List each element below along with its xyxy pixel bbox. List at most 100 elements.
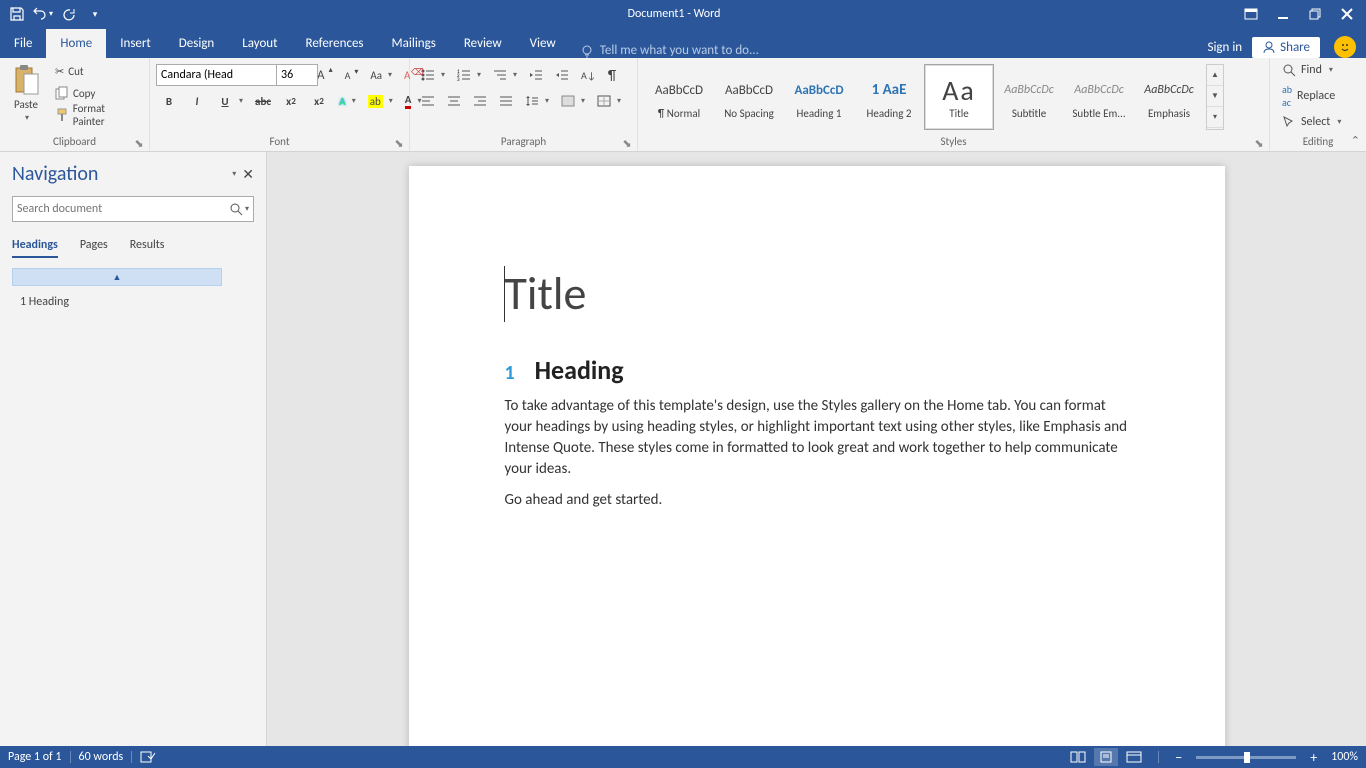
heading-text[interactable]: Heading (535, 354, 624, 386)
paste-button[interactable]: Paste▾ (6, 60, 46, 127)
highlight-button[interactable]: ab▾ (363, 90, 398, 112)
navigation-jump-top[interactable]: ▲ (12, 268, 222, 286)
decrease-indent-button[interactable] (524, 64, 548, 86)
style-item-subtitle[interactable]: AaBbCcDcSubtitle (994, 64, 1064, 130)
styles-scroll-down[interactable]: ▼ (1207, 86, 1223, 107)
zoom-slider[interactable] (1196, 756, 1296, 759)
nav-tab-headings[interactable]: Headings (12, 238, 58, 258)
copy-button[interactable]: Copy (50, 82, 143, 104)
tab-review[interactable]: Review (450, 29, 516, 58)
nav-tab-pages[interactable]: Pages (80, 238, 108, 258)
collapse-ribbon-button[interactable]: ⌃ (1351, 134, 1360, 147)
navigation-menu-button[interactable]: ▾ (232, 169, 236, 179)
style-item-title[interactable]: AaTitle (924, 64, 994, 130)
chevron-up-icon: ▲ (113, 272, 122, 283)
shrink-font-button[interactable]: A▾ (340, 64, 364, 86)
navigation-heading-item[interactable]: 1 Heading (12, 290, 254, 314)
style-item-emphasis[interactable]: AaBbCcDcEmphasis (1134, 64, 1204, 130)
sort-button[interactable]: A↓ (576, 64, 601, 86)
undo-button[interactable]: ▾ (32, 3, 54, 25)
numbering-button[interactable]: 123▾ (452, 64, 486, 86)
style-item-heading-1[interactable]: AaBbCcDHeading 1 (784, 64, 854, 130)
feedback-smiley-icon[interactable] (1334, 36, 1356, 58)
save-button[interactable] (6, 3, 28, 25)
restore-button[interactable] (1300, 3, 1330, 25)
styles-launcher[interactable]: ⬊ (1253, 137, 1265, 149)
spellcheck-icon[interactable] (140, 750, 156, 764)
align-center-button[interactable] (442, 90, 466, 112)
font-name-input[interactable] (156, 64, 280, 86)
replace-button[interactable]: abacReplace (1276, 80, 1347, 112)
styles-scroll-up[interactable]: ▲ (1207, 65, 1223, 86)
tab-layout[interactable]: Layout (228, 29, 291, 58)
justify-button[interactable] (494, 90, 518, 112)
paragraph-launcher[interactable]: ⬊ (621, 137, 633, 149)
borders-button[interactable]: ▾ (592, 90, 626, 112)
tab-insert[interactable]: Insert (106, 29, 165, 58)
style-item-no-spacing[interactable]: AaBbCcDNo Spacing (714, 64, 784, 130)
redo-button[interactable] (58, 3, 80, 25)
view-web-layout-button[interactable] (1122, 748, 1146, 766)
zoom-out-button[interactable]: − (1171, 749, 1186, 766)
tab-file[interactable]: File (0, 29, 46, 58)
superscript-button[interactable]: x2 (306, 90, 332, 112)
multilevel-list-button[interactable]: ▾ (488, 64, 522, 86)
change-case-button[interactable]: Aa▾ (365, 64, 397, 86)
tab-mailings[interactable]: Mailings (378, 29, 450, 58)
view-read-mode-button[interactable] (1066, 748, 1090, 766)
qat-customize-button[interactable]: ▾ (84, 3, 106, 25)
subscript-button[interactable]: x2 (278, 90, 304, 112)
format-painter-button[interactable]: Format Painter (50, 104, 143, 126)
minimize-button[interactable] (1268, 3, 1298, 25)
zoom-in-button[interactable]: + (1306, 749, 1321, 766)
align-left-button[interactable] (416, 90, 440, 112)
zoom-level[interactable]: 100% (1331, 750, 1358, 764)
tab-design[interactable]: Design (165, 29, 228, 58)
italic-button[interactable]: I (184, 90, 210, 112)
font-size-input[interactable] (276, 64, 318, 86)
view-print-layout-button[interactable] (1094, 748, 1118, 766)
status-page[interactable]: Page 1 of 1 (8, 750, 62, 764)
navigation-search[interactable]: ▾ (12, 196, 254, 222)
body-paragraph-1[interactable]: To take advantage of this template's des… (505, 396, 1129, 480)
text-effects-button[interactable]: A▾ (334, 90, 361, 112)
line-spacing-button[interactable]: ▾ (520, 90, 554, 112)
tell-me-search[interactable]: Tell me what you want to do... (570, 43, 769, 58)
increase-indent-button[interactable] (550, 64, 574, 86)
document-title-text[interactable]: Title (504, 266, 1129, 322)
underline-button[interactable]: U▾ (212, 90, 248, 112)
shading-button[interactable]: ▾ (556, 90, 590, 112)
share-button[interactable]: Share (1252, 37, 1320, 58)
body-paragraph-2[interactable]: Go ahead and get started. (505, 490, 1129, 511)
ribbon: Paste▾ ✂Cut Copy Format Painter Clipboar… (0, 58, 1366, 152)
navigation-close-button[interactable]: ✕ (242, 166, 254, 183)
clipboard-launcher[interactable]: ⬊ (133, 137, 145, 149)
zoom-thumb[interactable] (1244, 752, 1250, 763)
show-hide-button[interactable]: ¶ (603, 64, 621, 86)
document-area[interactable]: Title 1 Heading To take advantage of thi… (267, 152, 1366, 746)
style-item--normal[interactable]: AaBbCcD¶ Normal (644, 64, 714, 130)
search-options-button[interactable]: ▾ (245, 204, 249, 214)
strikethrough-button[interactable]: abc (250, 90, 276, 112)
nav-tab-results[interactable]: Results (130, 238, 165, 258)
style-item-subtle-em-[interactable]: AaBbCcDcSubtle Em... (1064, 64, 1134, 130)
close-button[interactable] (1332, 3, 1362, 25)
ribbon-display-options-button[interactable] (1236, 3, 1266, 25)
find-button[interactable]: Find▾ (1276, 60, 1347, 80)
tab-references[interactable]: References (292, 29, 378, 58)
style-preview: AaBbCcDc (1074, 73, 1123, 107)
document-page[interactable]: Title 1 Heading To take advantage of thi… (409, 166, 1225, 746)
select-button[interactable]: Select▾ (1276, 112, 1347, 132)
sign-in-link[interactable]: Sign in (1207, 40, 1242, 55)
styles-more[interactable]: ▾ (1207, 107, 1223, 128)
tab-home[interactable]: Home (46, 29, 106, 58)
style-item-heading-2[interactable]: 1 AaEHeading 2 (854, 64, 924, 130)
status-word-count[interactable]: 60 words (79, 750, 124, 764)
navigation-search-input[interactable] (17, 202, 229, 216)
heading-number[interactable]: 1 (505, 361, 515, 385)
bold-button[interactable]: B (156, 90, 182, 112)
tab-view[interactable]: View (516, 29, 570, 58)
cut-button[interactable]: ✂Cut (50, 60, 143, 82)
font-launcher[interactable]: ⬊ (393, 137, 405, 149)
align-right-button[interactable] (468, 90, 492, 112)
